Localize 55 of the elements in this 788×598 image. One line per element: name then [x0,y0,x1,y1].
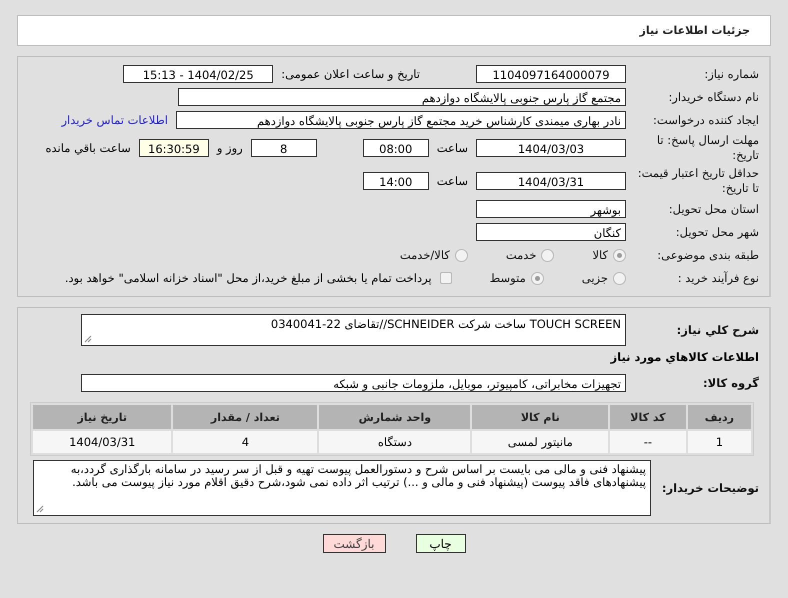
table-cell: 1404/03/31 [33,431,172,453]
announce-date-field: 1404/02/25 - 15:13 [123,65,274,83]
column-header: تاریخ نیاز [33,405,172,429]
section-title: اطلاعات کالاهاي مورد نياز [609,350,759,364]
radio-label: جزیی [582,271,608,285]
notes-field: پیشنهاد فنی و مالی می بایست بر اساس شرح و دستورالعمل پیوست تهیه و قبل از سر رسید در سامانه بارگذاری گردد،به پیشنهادهای فاقد پیوست (پیشنهاد فنی و مالی و ...) ترتیب اثر داده نمی شود،شرح دقیق اقلام مورد نیاز پیوست می باشد. [33,460,651,516]
city-field: کنگان [476,223,626,241]
table-cell: دستگاه [319,431,470,453]
field-label: شماره نیاز: [703,66,759,82]
field-label: استان محل تحویل: [668,202,759,216]
field-label: ساعت باقي مانده [46,141,131,155]
field-label: مهلت ارسال پاسخ: تا تاریخ: [656,133,759,163]
payment-note: پرداخت تمام یا بخشی از مبلغ خرید،از محل "اسناد خزانه اسلامی" خواهد بود. [64,271,432,285]
field-label: تاریخ و ساعت اعلان عمومی: [281,67,420,81]
deadline-time-field: 08:00 [362,139,429,157]
field-label: حداقل تاریخ اعتبار قیمت: تا تاریخ: [636,166,759,196]
buyer-field: مجتمع گاز پارس جنوبی پالایشگاه دوازدهم [178,88,626,106]
field-label: توضیحات خریدار: [660,480,759,496]
remaining-time-field: 16:30:59 [138,139,209,157]
field-label: نوع فرآیند خرید : [676,270,759,286]
print-button[interactable]: چاپ [416,534,466,553]
radio-label: کالا [592,248,608,262]
days-field: 8 [250,139,317,157]
radio-label: کالا/خدمت [400,248,450,262]
province-field: بوشهر [476,200,626,218]
field-label: روز و [216,141,243,155]
field-label: شهر محل تحویل: [674,224,759,240]
column-header: واحد شمارش [319,405,470,429]
column-header: ردیف [688,405,751,429]
field-label: ساعت [436,141,468,155]
table-cell: 1 [688,431,751,453]
table-cell: 4 [173,431,318,453]
field-label: ایجاد کننده درخواست: [652,112,759,128]
table-cell: مانیتور لمسی [472,431,608,453]
field-label: طبقه بندی موضوعی: [656,248,759,262]
table-cell: -- [610,431,686,453]
goods-group-field: تجهیزات مخابراتی، کامپیوتر، موبایل، ملزومات جانبی و شبکه [81,374,626,392]
creator-field: نادر بهاری میمندی کارشناس خرید مجتمع گاز پارس جنوبی پالایشگاه دوازدهم [176,111,626,129]
field-label: گروه کالا: [702,376,759,390]
radio-label: خدمت [506,248,536,262]
column-header: تعداد / مقدار [173,405,318,429]
field-label: ساعت [436,174,468,188]
need-number-field: 1104097164000079 [476,65,626,83]
column-header: کد کالا [610,405,686,429]
back-button[interactable]: بازگشت [322,534,386,553]
page-title: جزئیات اطلاعات نیاز [640,24,750,37]
description-field: TOUCH SCREEN ساخت شرکت SCHNEIDER//تقاضای 22-0340041 [81,314,626,346]
validity-time-field: 14:00 [362,172,429,190]
field-label: نام دستگاه خریدار: [667,90,759,104]
contact-link[interactable]: اطلاعات تماس خریدار [61,113,168,127]
column-header: نام کالا [472,405,608,429]
validity-date-field: 1404/03/31 [476,172,626,190]
deadline-date-field: 1404/03/03 [476,139,626,157]
radio-label: متوسط [490,271,526,285]
field-label: شرح کلي نياز: [676,322,759,338]
